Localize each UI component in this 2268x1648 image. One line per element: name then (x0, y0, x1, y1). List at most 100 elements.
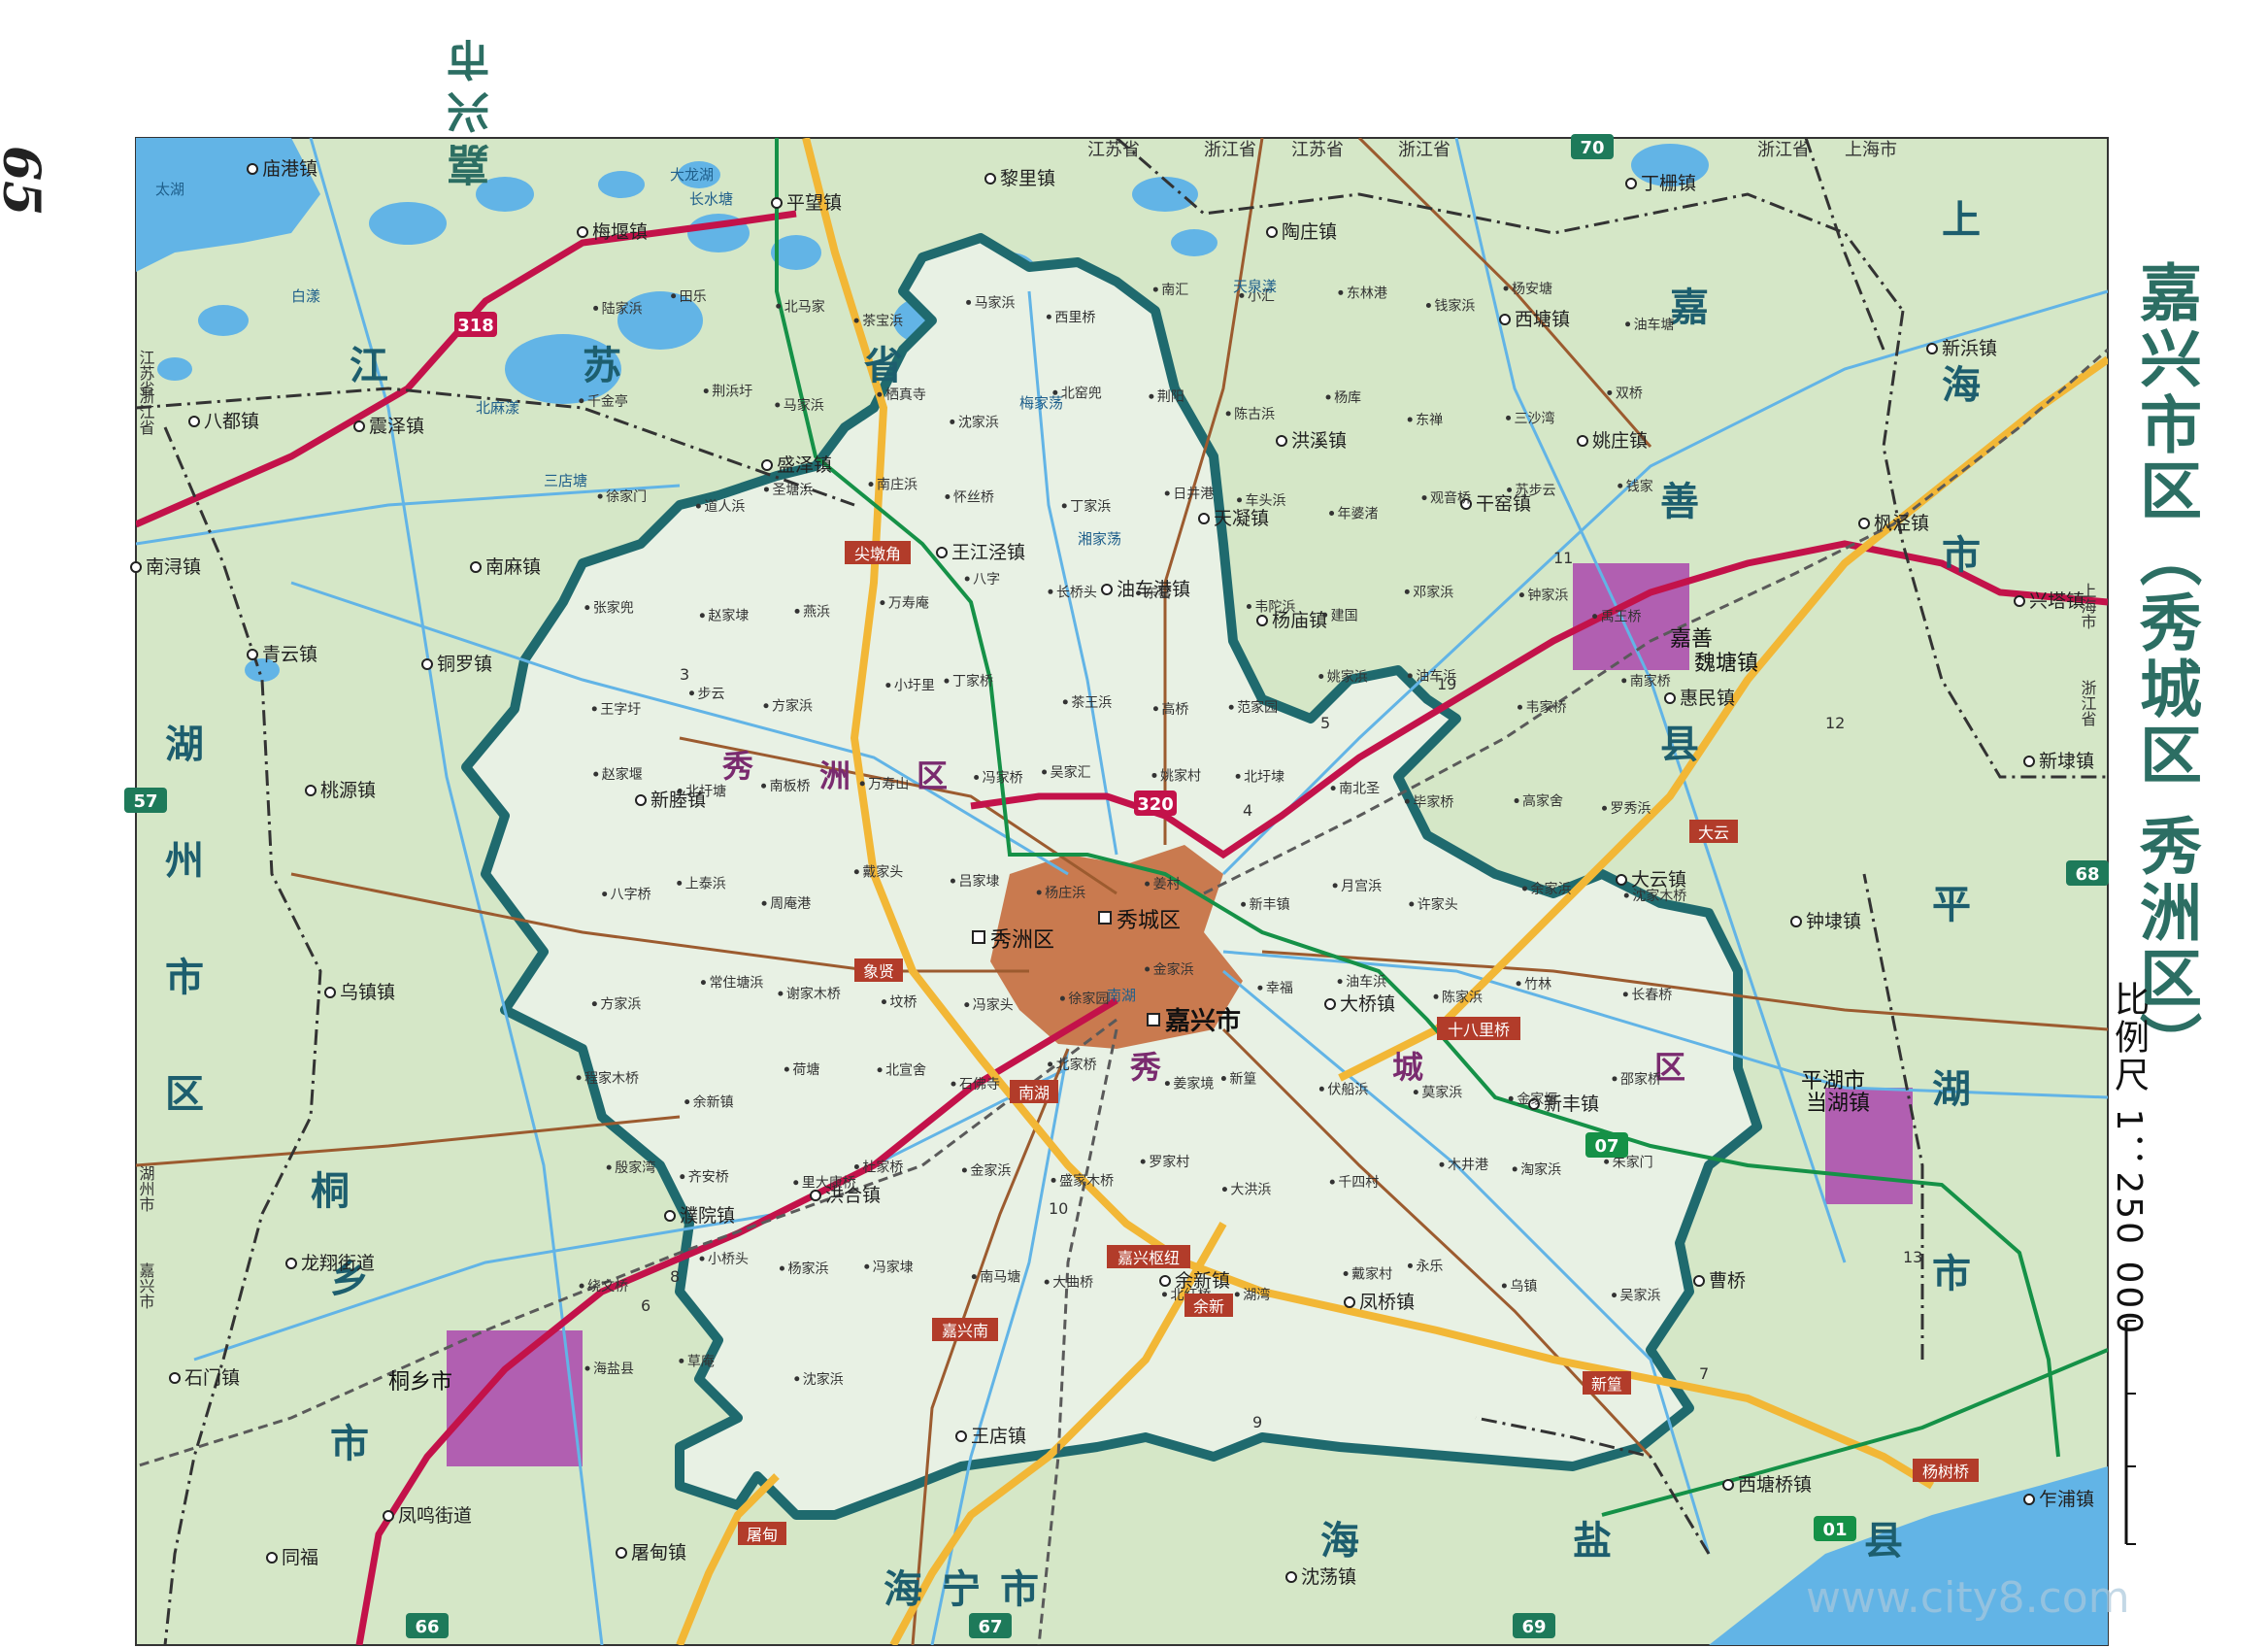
interchange-marker: 尖墩角 (845, 541, 911, 564)
village-dot-icon (1404, 589, 1410, 594)
village-label: 茶宝浜 (862, 314, 903, 329)
city-marker[interactable]: 当湖镇 (1806, 1092, 1870, 1116)
town-label: 乌镇镇 (340, 982, 395, 1003)
village-label: 许家头 (1418, 896, 1458, 913)
village-dot-icon (793, 1180, 799, 1186)
town-dot-icon (247, 649, 258, 660)
water-label: 三店塘 (544, 472, 587, 489)
town-label: 西塘镇 (1515, 309, 1570, 330)
village-marker: 钱家浜 (1425, 297, 1475, 314)
village-dot-icon (974, 774, 980, 780)
town-dot-icon (1722, 1479, 1734, 1491)
town-label: 震泽镇 (369, 416, 424, 437)
village-dot-icon (880, 600, 885, 606)
road-number: 19 (1437, 675, 1456, 693)
village-marker: 八字桥 (602, 888, 651, 903)
village-marker: 大洪浜 (1221, 1183, 1271, 1198)
city-marker[interactable]: 平湖市 (1801, 1069, 1865, 1093)
map-title: 嘉兴市区（秀城区 秀洲区） (2126, 260, 2204, 1078)
village-dot-icon (684, 1099, 690, 1105)
village-marker: 丁家桥 (944, 673, 993, 689)
city-label: 桐乡市 (388, 1370, 452, 1395)
village-marker: 长春桥 (1622, 988, 1672, 1003)
city-marker[interactable]: 魏塘镇 (1694, 652, 1758, 676)
village-dot-icon (1503, 286, 1509, 291)
village-dot-icon (1318, 673, 1324, 679)
town-dot-icon (810, 1190, 821, 1201)
town-dot-icon (2023, 1494, 2035, 1505)
village-label: 殷家湾 (615, 1160, 655, 1176)
town-dot-icon (1285, 1571, 1297, 1583)
town-label: 陶庄镇 (1282, 221, 1337, 243)
village-marker: 冯家桥 (974, 769, 1023, 786)
village-label: 燕浜 (803, 604, 830, 620)
village-label: 赵家堰 (602, 766, 643, 783)
interchange-marker: 南湖 (1010, 1080, 1058, 1103)
village-marker: 观音桥 (1421, 490, 1471, 507)
interchange-marker: 十八里桥 (1437, 1017, 1520, 1040)
interchange-label: 大云 (1698, 824, 1729, 842)
village-dot-icon (597, 493, 603, 499)
village-label: 冯家桥 (983, 769, 1023, 786)
map-canvas[interactable]: 江苏省嘉善县上海市平湖市海盐县海宁市桐乡市湖州市区秀洲区秀城区 江苏省 浙江省 江苏… (0, 0, 2268, 1648)
village-marker: 万寿山 (859, 776, 909, 792)
region-label-haiyan: 县 (1864, 1519, 1903, 1564)
village-dot-icon (868, 482, 874, 488)
border-label: 浙江省 (1204, 140, 1256, 160)
city-label: 平湖市 (1801, 1069, 1865, 1093)
town-dot-icon (664, 1210, 676, 1222)
village-dot-icon (794, 608, 800, 614)
village-label: 南家桥 (1630, 673, 1671, 689)
village-dot-icon (961, 1167, 967, 1173)
village-label: 莫家浜 (1421, 1085, 1462, 1101)
road-shield-code: 69 (1521, 1617, 1546, 1637)
interchange-marker: 余新 (1184, 1294, 1233, 1317)
village-label: 丁家桥 (952, 673, 993, 689)
interchange-label: 嘉兴南 (942, 1322, 988, 1340)
village-dot-icon (680, 1174, 685, 1180)
village-label: 陈古浜 (1234, 406, 1275, 422)
city-marker[interactable]: 嘉善 (1670, 627, 1713, 652)
village-marker: 韦家桥 (1517, 699, 1566, 716)
village-label: 齐安桥 (688, 1170, 729, 1186)
village-dot-icon (1521, 886, 1527, 891)
town-label: 曹桥 (1709, 1270, 1746, 1292)
town-dot-icon (421, 658, 433, 670)
village-marker: 油车浜 (1337, 974, 1386, 991)
village-dot-icon (703, 388, 709, 394)
town-dot-icon (2023, 756, 2035, 767)
village-dot-icon (1623, 892, 1629, 898)
city-square-icon (972, 930, 985, 944)
village-dot-icon (591, 706, 597, 712)
village-dot-icon (1425, 302, 1431, 308)
town-dot-icon (247, 163, 258, 175)
village-label: 海盐县 (593, 1362, 634, 1377)
village-dot-icon (1318, 1086, 1324, 1092)
road-shield-code: 66 (415, 1617, 439, 1637)
region-label-huzhou: 区 (165, 1072, 204, 1117)
village-label: 大曲桥 (1052, 1275, 1093, 1291)
region-label-jiangsu: 江 (350, 344, 388, 388)
town-label: 八都镇 (204, 411, 259, 432)
city-marker[interactable]: 桐乡市 (388, 1370, 452, 1395)
village-dot-icon (1225, 411, 1231, 417)
village-marker: 姜家境 (1164, 1076, 1214, 1093)
interchange-marker: 屠甸 (738, 1522, 786, 1545)
town-label: 兴塔镇 (2029, 590, 2085, 612)
village-dot-icon (1421, 495, 1427, 501)
village-marker: 常住塘浜 (700, 976, 763, 992)
village-dot-icon (853, 869, 859, 875)
road-number: 13 (1903, 1248, 1922, 1266)
village-label: 里大康桥 (802, 1175, 856, 1192)
interchange-label: 象贤 (863, 962, 894, 981)
village-label: 小桥头 (708, 1252, 749, 1267)
village-label: 步云 (697, 687, 724, 702)
village-label: 马家浜 (784, 397, 824, 414)
village-label: 新篁 (1229, 1071, 1256, 1088)
village-marker: 徐家园 (1059, 991, 1109, 1007)
village-label: 金家浜 (1153, 961, 1194, 978)
village-marker: 北家桥 (1048, 1057, 1097, 1073)
border-label: 上海市 (1845, 140, 1897, 160)
town-dot-icon (2014, 595, 2025, 607)
town-dot-icon (353, 420, 365, 432)
